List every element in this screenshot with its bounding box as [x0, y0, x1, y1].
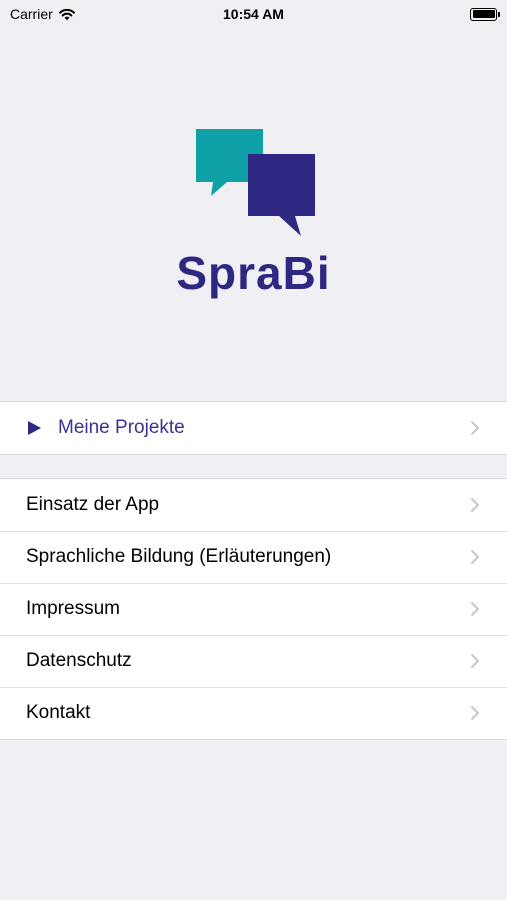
menu-item-datenschutz[interactable]: Datenschutz: [0, 635, 507, 687]
menu-item-kontakt[interactable]: Kontakt: [0, 687, 507, 739]
chevron-right-icon: [471, 498, 479, 512]
wifi-icon: [58, 8, 75, 21]
menu-item-einsatz-der-app[interactable]: Einsatz der App: [0, 479, 507, 531]
menu-item-label: Meine Projekte: [58, 417, 185, 438]
battery-level: [472, 10, 495, 18]
menu-item-label: Sprachliche Bildung (Erläuterungen): [26, 546, 332, 567]
carrier-label: Carrier: [10, 6, 53, 22]
chevron-right-icon: [471, 602, 479, 616]
chevron-right-icon: [471, 706, 479, 720]
menu-item-meine-projekte[interactable]: Meine Projekte: [0, 402, 507, 454]
battery-icon: [470, 7, 500, 21]
play-icon: [26, 420, 42, 436]
status-left: Carrier: [10, 6, 76, 22]
app-logo: SpraBi: [0, 120, 507, 310]
menu-item-label: Datenschutz: [26, 650, 132, 671]
menu-item-impressum[interactable]: Impressum: [0, 583, 507, 635]
status-bar: Carrier: [0, 0, 507, 28]
menu-item-sprachliche-bildung[interactable]: Sprachliche Bildung (Erläuterungen): [0, 531, 507, 583]
chat-bubbles-icon: [196, 129, 315, 236]
app-name: SpraBi: [176, 247, 331, 299]
chevron-right-icon: [471, 421, 479, 435]
primary-menu: Meine Projekte: [0, 401, 507, 455]
secondary-menu: Einsatz der App Sprachliche Bildung (Erl…: [0, 478, 507, 740]
menu-item-label: Einsatz der App: [26, 494, 160, 515]
menu-item-label: Kontakt: [26, 702, 91, 723]
menu-item-label: Impressum: [26, 598, 120, 619]
chevron-right-icon: [471, 654, 479, 668]
chevron-right-icon: [471, 550, 479, 564]
app-screen: Carrier 10:54 AM SpraBi Meine Projekte E…: [0, 0, 507, 900]
